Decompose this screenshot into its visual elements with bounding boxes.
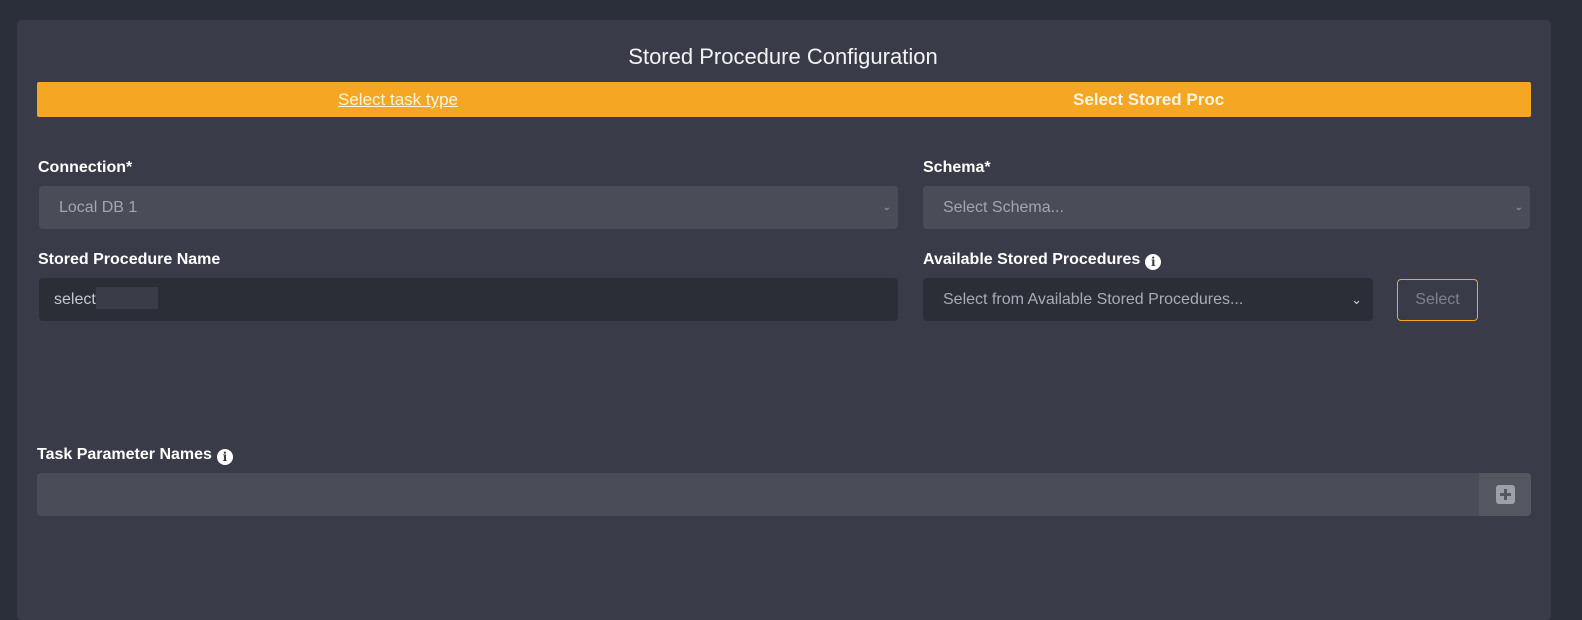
chevron-down-icon: ⌄ — [1351, 292, 1362, 307]
available-stored-procedures-label-row: Available Stored Procedures i — [923, 251, 1162, 270]
page-title: Stored Procedure Configuration — [628, 44, 938, 69]
task-parameter-names-label: Task Parameter Names — [37, 446, 212, 463]
info-icon[interactable]: i — [216, 449, 233, 465]
stored-procedure-name-label: Stored Procedure Name — [38, 251, 221, 268]
task-parameter-names-label-row: Task Parameter Names i — [37, 446, 233, 465]
step-select-task-type[interactable]: Select task type — [338, 82, 458, 117]
chevron-down-icon: ⌄ — [882, 202, 891, 213]
schema-select[interactable]: Select Schema... ⌄ — [923, 186, 1530, 229]
step-select-stored-proc: Select Stored Proc — [1073, 90, 1225, 109]
plus-square-icon — [1496, 485, 1515, 504]
connection-label: Connection* — [38, 159, 133, 176]
info-icon[interactable]: i — [1145, 254, 1162, 270]
wizard-stepper: Select task type Select Stored Proc — [37, 82, 1531, 117]
available-stored-procedures-label: Available Stored Procedures — [923, 251, 1141, 268]
available-stored-procedures-placeholder: Select from Available Stored Procedures.… — [943, 291, 1244, 308]
redacted-text — [95, 286, 158, 309]
add-parameter-button[interactable] — [1479, 473, 1531, 516]
schema-label: Schema* — [923, 159, 991, 176]
stored-procedure-name-value: select — [54, 291, 96, 308]
task-parameter-names-input[interactable] — [37, 473, 1531, 516]
chevron-down-icon: ⌄ — [1514, 202, 1523, 213]
connection-select[interactable]: Local DB 1 ⌄ — [39, 186, 898, 229]
available-stored-procedures-select[interactable]: Select from Available Stored Procedures.… — [923, 278, 1373, 321]
select-stored-procedure-button[interactable]: Select — [1397, 279, 1478, 321]
connection-select-value: Local DB 1 — [59, 199, 138, 216]
stored-procedure-name-input[interactable]: select — [39, 278, 898, 321]
schema-select-placeholder: Select Schema... — [943, 199, 1064, 216]
